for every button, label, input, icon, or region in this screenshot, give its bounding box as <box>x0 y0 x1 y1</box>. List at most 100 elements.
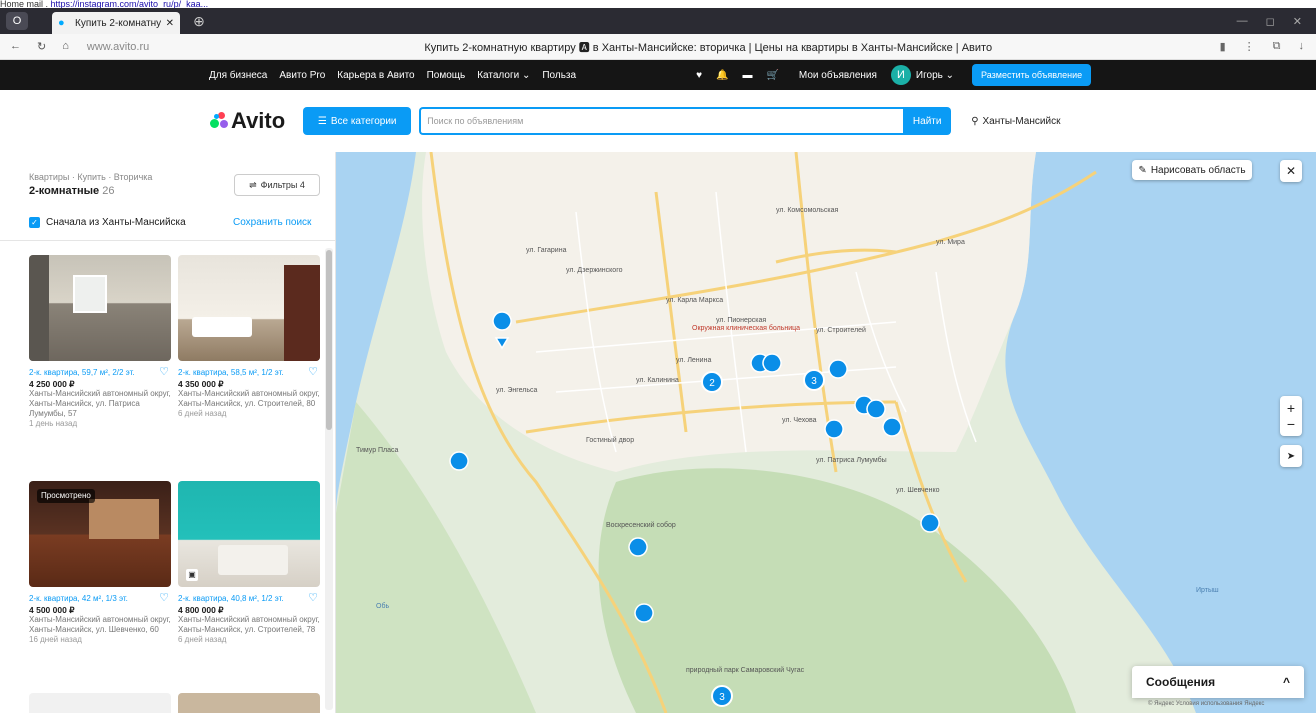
hm-first-checkbox[interactable]: ✓ Сначала из Ханты-Мансийска <box>29 217 186 228</box>
favorite-heart-icon[interactable]: ♡ <box>159 367 169 378</box>
nav-buttons: ← ↻ ⌂ <box>0 40 69 53</box>
bookmark-icon[interactable]: ▮ <box>1220 40 1226 53</box>
header-link-benefit[interactable]: Польза <box>542 70 576 81</box>
url-field[interactable]: www.avito.ru <box>87 41 197 53</box>
map-label: ул. Ленина <box>676 357 711 364</box>
header-link-business[interactable]: Для бизнеса <box>209 70 267 81</box>
header-link-pro[interactable]: Авито Pro <box>279 70 325 81</box>
window-controls: — ◻ ✕ <box>1237 15 1316 28</box>
minimize-icon[interactable]: — <box>1237 15 1248 28</box>
close-map-icon[interactable]: ✕ <box>1280 160 1302 182</box>
all-categories-button[interactable]: ☰ Все категории <box>303 107 412 135</box>
map-label: ул. Шевченко <box>896 487 940 494</box>
breadcrumb[interactable]: Квартиры · Купить · Вторичка <box>29 172 152 182</box>
more-icon[interactable]: ⋮ <box>1244 40 1255 53</box>
extensions-icon[interactable]: ⧉ <box>1273 40 1281 53</box>
restore-icon[interactable]: ◻ <box>1266 15 1275 28</box>
map-label: ул. Патриса Лумумбы <box>816 456 887 464</box>
save-search-link[interactable]: Сохранить поиск <box>233 217 311 228</box>
listing-title[interactable]: 2-к. квартира, 58,5 м², 1/2 эт. <box>178 368 303 378</box>
search-input[interactable]: Поиск по объявлениям <box>419 107 904 135</box>
listing-title[interactable]: 2-к. квартира, 40,8 м², 1/2 эт. <box>178 594 303 604</box>
top-note-link[interactable]: https://instagram.com/avito_ru/p/_kaa... <box>51 0 209 8</box>
download-icon[interactable]: ↓ <box>1299 40 1305 53</box>
listing-photo-partial[interactable] <box>178 693 320 713</box>
map-copyright: © Яндекс Условия использования Яндекс <box>1148 701 1265 707</box>
find-button[interactable]: Найти <box>903 107 952 135</box>
map-label: ул. Калинина <box>636 377 679 384</box>
listing-title[interactable]: 2-к. квартира, 42 м², 1/3 эт. <box>29 594 154 604</box>
listing-date: 6 дней назад <box>178 409 227 418</box>
header-link-career[interactable]: Карьера в Авито <box>337 70 414 81</box>
listing-date: 1 день назад <box>29 419 78 428</box>
map-label: Воскресенский собор <box>606 521 676 529</box>
zoom-control: + − <box>1280 396 1302 436</box>
chevron-up-icon[interactable]: ^ <box>1283 675 1290 689</box>
listing-card[interactable]: ♡ 2-к. квартира, 59,7 м², 2/2 эт. 4 250 … <box>29 255 171 429</box>
tab-title: Купить 2-комнатную к <box>75 17 161 29</box>
tab-close-icon[interactable]: ✕ <box>166 18 174 29</box>
new-tab-icon[interactable]: ⊕ <box>190 12 208 30</box>
zoom-out-icon[interactable]: − <box>1287 416 1295 432</box>
listing-photo-partial[interactable] <box>29 693 171 713</box>
header-icons: ♥ 🔔 ▬ 🛒 <box>696 70 779 81</box>
viewed-badge: Просмотрено <box>37 489 95 503</box>
map-pin <box>628 537 648 557</box>
listing-card[interactable]: ▣ ♡ 2-к. квартира, 40,8 м², 1/2 эт. 4 80… <box>178 481 320 645</box>
header-link-catalogs[interactable]: Каталоги ⌄ <box>477 70 530 81</box>
listing-title[interactable]: 2-к. квартира, 59,7 м², 2/2 эт. <box>29 368 154 378</box>
cart-icon[interactable]: 🛒 <box>766 70 778 81</box>
favorite-heart-icon[interactable]: ♡ <box>159 593 169 604</box>
map-canvas[interactable]: 2 3 3 ул. Мира ул. Чехова ул. Ленина ул.… <box>336 152 1316 713</box>
header-link-help[interactable]: Помощь <box>427 70 466 81</box>
reload-icon[interactable]: ↻ <box>37 40 46 53</box>
cluster-count: 3 <box>811 376 817 387</box>
map-label: ул. Комсомольская <box>776 207 838 214</box>
browser-tab[interactable]: ● Купить 2-комнатную к ✕ <box>52 12 180 34</box>
map-pin <box>762 353 782 373</box>
location-label: Ханты-Мансийск <box>982 115 1061 127</box>
listing-photo[interactable] <box>29 255 171 361</box>
listing-photo[interactable]: ▣ <box>178 481 320 587</box>
listing-card[interactable]: Просмотрено ♡ 2-к. квартира, 42 м², 1/3 … <box>29 481 171 645</box>
back-icon[interactable]: ← <box>10 40 21 53</box>
avito-logo-text: Avito <box>231 108 286 133</box>
home-icon[interactable]: ⌂ <box>62 40 69 53</box>
messages-chat-icon[interactable]: ▬ <box>742 70 752 81</box>
filters-button[interactable]: ⇌ Фильтры 4 <box>234 174 320 196</box>
map[interactable]: 2 3 3 ул. Мира ул. Чехова ул. Ленина ул.… <box>336 152 1316 713</box>
draw-area-button[interactable]: ✎ Нарисовать область <box>1132 160 1252 180</box>
zoom-in-icon[interactable]: + <box>1287 400 1295 416</box>
post-ad-button[interactable]: Разместить объявление <box>972 64 1092 86</box>
map-label: ул. Чехова <box>782 417 817 424</box>
river-irtysh <box>1005 152 1316 713</box>
notifications-bell-icon[interactable]: 🔔 <box>716 70 728 81</box>
cluster-count: 3 <box>719 692 725 703</box>
listing-date: 16 дней назад <box>29 635 82 644</box>
scrollbar-thumb[interactable] <box>326 250 332 430</box>
favorite-heart-icon[interactable]: ♡ <box>308 367 318 378</box>
results-count: 26 <box>102 185 115 197</box>
browser-menu-icon[interactable]: O <box>6 12 28 30</box>
listing-card[interactable]: ♡ 2-к. квартира, 58,5 м², 1/2 эт. 4 350 … <box>178 255 320 419</box>
user-menu[interactable]: Игорь ⌄ <box>916 70 954 81</box>
divider <box>0 240 335 241</box>
sidebar-scrollbar[interactable] <box>325 248 333 710</box>
favorites-heart-icon[interactable]: ♥ <box>696 70 702 81</box>
listing-photo[interactable]: Просмотрено <box>29 481 171 587</box>
map-pin <box>920 513 940 533</box>
map-label: ул. Строителей <box>816 326 866 334</box>
messages-panel[interactable]: Сообщения ^ <box>1132 666 1304 698</box>
window-close-icon[interactable]: ✕ <box>1293 15 1302 28</box>
avatar[interactable]: И <box>890 65 911 85</box>
geolocate-icon[interactable]: ➤ <box>1280 445 1302 467</box>
location-selector[interactable]: ⚲ Ханты-Мансийск <box>971 116 1060 127</box>
my-ads-link[interactable]: Мои объявления <box>799 70 877 81</box>
favorite-heart-icon[interactable]: ♡ <box>308 593 318 604</box>
listing-photo[interactable] <box>178 255 320 361</box>
avito-logo[interactable]: Avito <box>210 108 285 134</box>
map-label: ул. Дзержинского <box>566 267 623 274</box>
listing-date: 6 дней назад <box>178 635 227 644</box>
listing-price: 4 500 000 ₽ <box>29 605 75 615</box>
address-bar: ← ↻ ⌂ www.avito.ru Купить 2-комнатную кв… <box>0 34 1316 60</box>
